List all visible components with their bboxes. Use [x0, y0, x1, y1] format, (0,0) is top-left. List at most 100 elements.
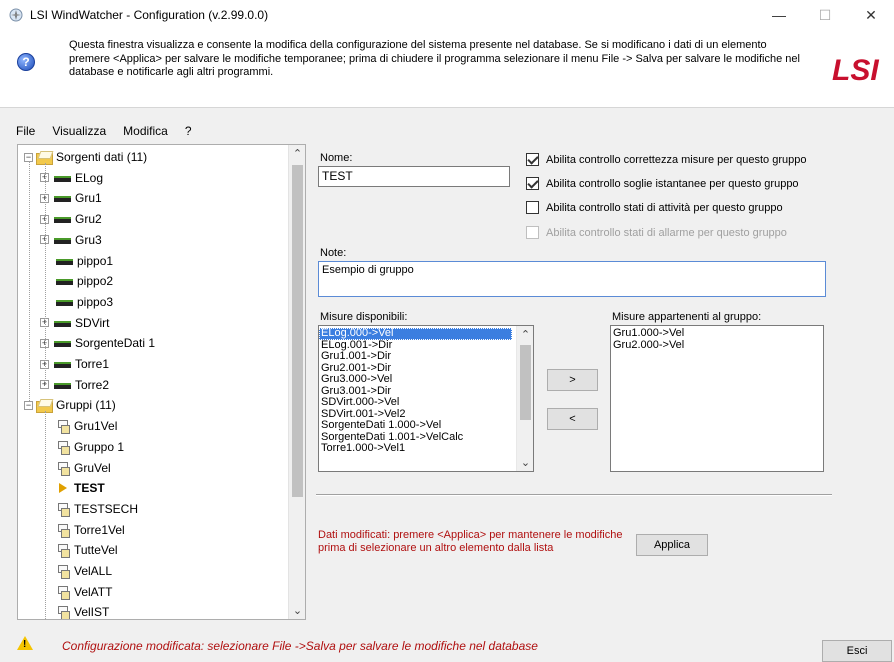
list-item[interactable]: SDVirt.000->Vel — [319, 396, 512, 409]
assigned-label: Misure appartenenti al gruppo: — [612, 311, 762, 323]
tree-item-source[interactable]: + Torre1 — [40, 354, 109, 374]
tree-scrollbar[interactable]: ⌃ ⌄ — [288, 145, 305, 619]
tree-line — [29, 161, 30, 402]
tree-item-group[interactable]: VelIST — [40, 602, 109, 619]
tree-item-group[interactable]: VelATT — [40, 582, 112, 602]
tree-node-groups[interactable]: − Gruppi (11) — [24, 395, 116, 415]
group-icon — [56, 585, 70, 600]
tree-item-source[interactable]: + Gru3 — [40, 230, 102, 250]
menu-view[interactable]: Visualizza — [52, 124, 106, 138]
tree-item-source[interactable]: + Gru1 — [40, 188, 102, 208]
tree-item-label: VelATT — [74, 584, 113, 599]
tree-item-group[interactable]: Torre1Vel — [40, 520, 125, 540]
list-item[interactable]: Torre1.000->Vel1 — [319, 442, 512, 455]
checkbox-checked[interactable] — [526, 153, 539, 166]
tree-item-group[interactable]: TESTSECH — [40, 499, 138, 519]
maximize-button[interactable]: ☐ — [802, 0, 848, 30]
list-item[interactable]: Gru1.000->Vel — [611, 327, 823, 340]
available-label: Misure disponibili: — [320, 311, 408, 323]
note-input[interactable]: Esempio di gruppo — [318, 261, 826, 297]
tree-item-label: GruVel — [74, 460, 111, 475]
tree-item-label: TESTSECH — [74, 501, 139, 516]
tree-item-label: TutteVel — [74, 543, 118, 558]
tree-item-source[interactable]: + ELog — [40, 168, 103, 188]
tree-item-source[interactable]: + Torre2 — [40, 375, 109, 395]
apply-button[interactable]: Applica — [636, 534, 708, 556]
scroll-up-icon[interactable]: ⌃ — [517, 326, 533, 343]
tree-item-label: VelALL — [74, 564, 113, 578]
checkbox-label: Abilita controllo stati di attività per … — [546, 201, 783, 214]
menu-edit[interactable]: Modifica — [123, 124, 168, 138]
data-source-icon — [54, 217, 71, 224]
tree-item-source[interactable]: + Gru2 — [40, 209, 102, 229]
list-item[interactable]: SorgenteDati 1.000->Vel — [319, 419, 512, 432]
tree-item-source[interactable]: pippo2 — [40, 271, 113, 291]
tree-item-group[interactable]: Gru1Vel — [40, 416, 117, 436]
tree-item-label: Gru1 — [75, 191, 102, 206]
remove-measure-button[interactable]: < — [547, 408, 598, 430]
collapse-icon[interactable]: − — [24, 400, 33, 410]
group-icon — [56, 543, 70, 559]
tree-item-source[interactable]: pippo3 — [40, 292, 113, 312]
add-measure-button[interactable]: > — [547, 369, 598, 391]
tree-item-source[interactable]: + SorgenteDati 1 — [40, 333, 155, 353]
tree-item-label: TEST — [74, 481, 105, 496]
group-icon — [56, 419, 70, 435]
check-option-0[interactable]: Abilita controllo correttezza misure per… — [526, 153, 806, 166]
check-option-1[interactable]: Abilita controllo soglie istantanee per … — [526, 177, 799, 190]
config-tree[interactable]: ⌃ ⌄ − Sorgenti dati (11) + ELog + Gru1 + Gru2 + G… — [17, 144, 306, 620]
list-scrollbar[interactable]: ⌃ ⌄ — [516, 326, 533, 471]
tree-item-label: pippo2 — [77, 274, 114, 289]
group-icon — [56, 440, 70, 455]
tree-item-label: SDVirt — [75, 315, 110, 330]
tree-item-group[interactable]: Gruppo 1 — [40, 437, 124, 457]
data-source-icon — [56, 279, 73, 286]
list-item[interactable]: Gru2.000->Vel — [611, 339, 823, 352]
note-label: Note: — [320, 247, 347, 259]
window-title: LSI WindWatcher - Configuration (v.2.99.… — [30, 8, 269, 22]
info-text: Questa finestra visualizza e consente la… — [69, 39, 800, 78]
assigned-measures-list[interactable]: Gru1.000->Vel Gru2.000->Vel — [610, 325, 824, 472]
minimize-button[interactable]: — — [756, 0, 802, 30]
list-item[interactable]: ELog.000->Vel — [319, 327, 512, 340]
tree-item-label: Gru1Vel — [74, 419, 118, 434]
checkbox-unchecked[interactable] — [526, 201, 539, 214]
info-panel: ? Questa finestra visualizza e consente … — [0, 30, 894, 108]
tree-item-label: ELog — [75, 170, 104, 185]
check-option-2[interactable]: Abilita controllo stati di attività per … — [526, 201, 783, 214]
close-button[interactable]: ✕ — [848, 0, 894, 30]
scroll-down-icon[interactable]: ⌄ — [517, 454, 533, 471]
available-measures-list[interactable]: ELog.000->Vel ELog.001->Dir Gru1.001->Dir G… — [318, 325, 534, 472]
tree-item-group[interactable]: TutteVel — [40, 540, 118, 560]
list-item[interactable]: Gru1.001->Dir — [319, 350, 512, 363]
menu-file[interactable]: File — [16, 124, 35, 138]
tree-item-group[interactable]: GruVel — [40, 458, 111, 478]
group-icon — [56, 461, 70, 476]
data-source-icon — [56, 299, 73, 306]
exit-button[interactable]: Esci — [822, 640, 892, 662]
menu-help[interactable]: ? — [185, 124, 192, 138]
list-item[interactable]: Gru3.000->Vel — [319, 373, 512, 386]
tree-item-label: Torre1Vel — [74, 522, 125, 537]
tree-item-group[interactable]: VelALL — [40, 561, 112, 581]
folder-open-icon — [36, 151, 53, 165]
tree-item-group[interactable]: TEST — [40, 478, 105, 498]
scroll-thumb[interactable] — [292, 165, 303, 497]
checkbox-label: Abilita controllo correttezza misure per… — [546, 153, 807, 166]
data-source-icon — [54, 362, 71, 368]
tree-line — [45, 163, 46, 385]
data-source-icon — [54, 341, 71, 348]
status-text: Configurazione modificata: selezionare F… — [62, 639, 538, 653]
tree-item-source[interactable]: pippo1 — [40, 251, 113, 271]
checkbox-checked[interactable] — [526, 177, 539, 190]
name-input[interactable]: TEST — [318, 166, 510, 187]
scroll-up-icon[interactable]: ⌃ — [289, 145, 305, 162]
checkbox-label: Abilita controllo soglie istantanee per … — [546, 177, 799, 190]
tree-item-source[interactable]: + SDVirt — [40, 313, 109, 333]
data-source-icon — [56, 258, 73, 265]
scroll-thumb[interactable] — [520, 345, 531, 420]
tree-item-label: Torre2 — [75, 377, 110, 392]
svg-text:LSI: LSI — [832, 54, 879, 87]
scroll-down-icon[interactable]: ⌄ — [289, 602, 305, 619]
tree-node-sources[interactable]: − Sorgenti dati (11) — [24, 147, 147, 167]
